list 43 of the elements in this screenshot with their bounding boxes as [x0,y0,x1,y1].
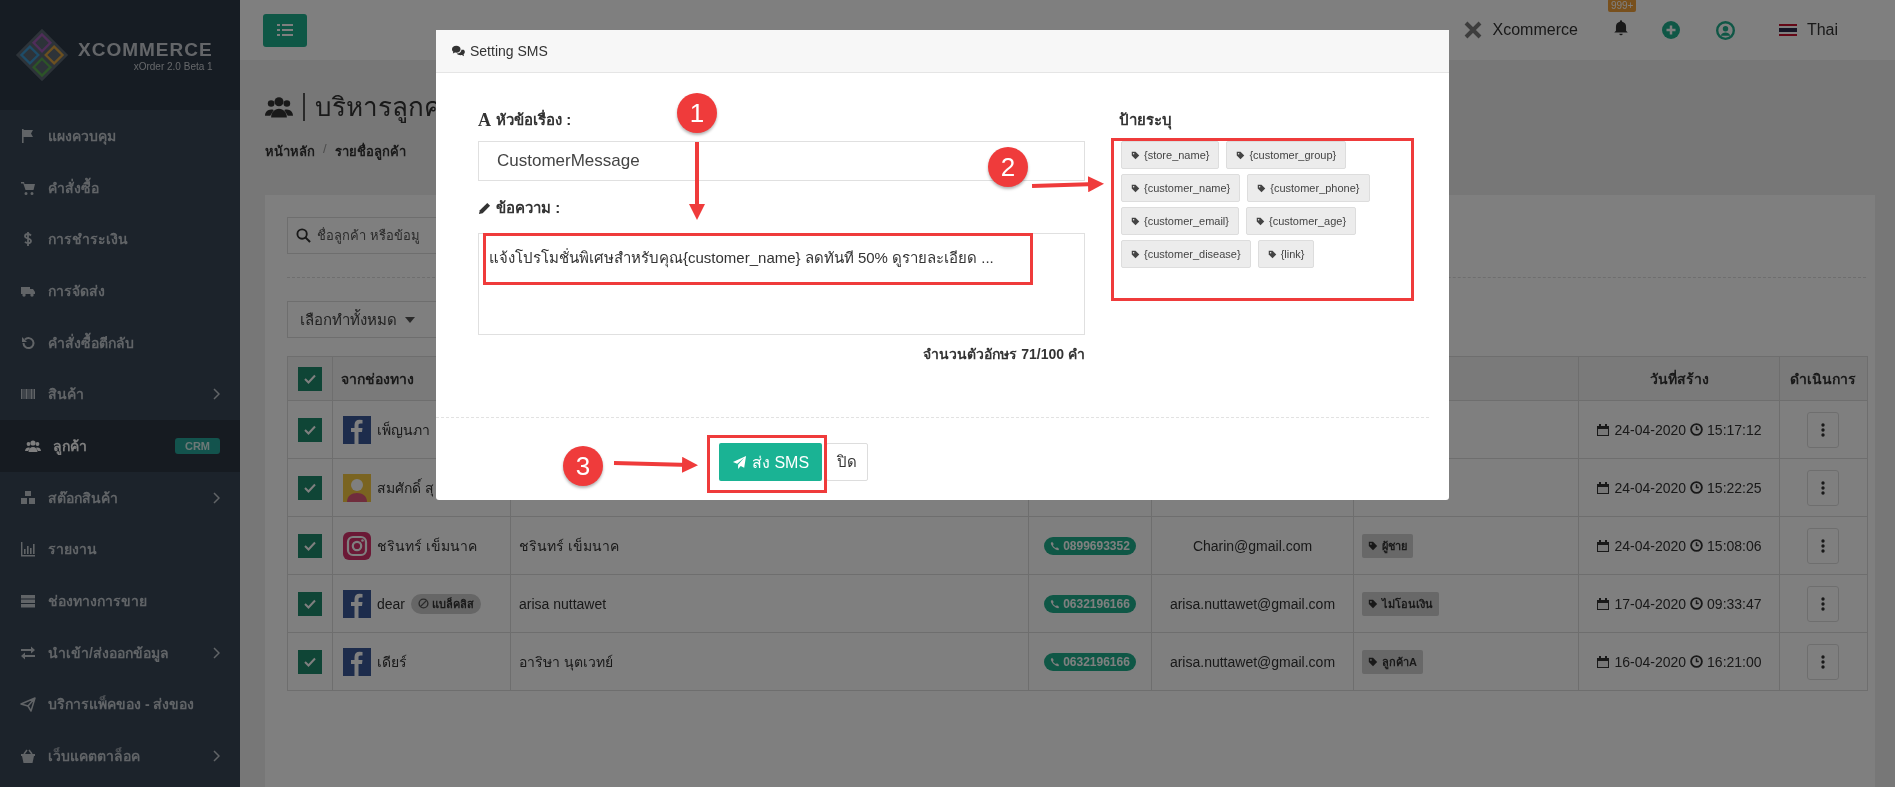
created-date: 24-04-2020 [1614,479,1687,496]
brand-name: XCOMMERCE [78,38,213,61]
full-name: ชรินทร์ เข็มนาค [519,536,619,556]
column-header: จากช่องทาง [341,369,414,389]
customer-name: ชรินทร์ เข็มนาค [377,536,477,556]
notification-badge: 999+ [1607,0,1637,12]
column-header: ดำเนินการ [1789,369,1856,389]
subject-label: หัวข้อเรื่อง : [496,108,572,130]
customer-name: dear [377,595,406,612]
email: arisa.nuttawet@gmail.com [1169,653,1336,670]
customer-tag: ลูกค้าA [1362,649,1423,674]
breadcrumb-separator: / [323,141,327,158]
created-date: 16-04-2020 [1614,653,1687,670]
customer-name: เพ็ญนภา [377,420,430,440]
customer-tag: ผู้ชาย [1362,533,1413,558]
tags-label: ป้ายระบุ [1118,110,1173,132]
customer-tag: ไม่โอนเงิน [1362,591,1439,616]
email: arisa.nuttawet@gmail.com [1169,595,1336,612]
phone-badge: 0899693352 [1044,536,1136,555]
created-time: 15:08:06 [1707,537,1762,554]
phone-badge: 0632196166 [1044,594,1136,613]
created-date: 24-04-2020 [1614,421,1687,438]
created-time: 15:17:12 [1707,421,1762,438]
character-counter: จำนวนตัวอักษร 71/100 คำ [922,345,1085,364]
created-date: 17-04-2020 [1614,595,1687,612]
message-label: ข้อความ : [496,198,561,218]
full-name: อาริษา นุตเวทย์ [519,652,613,673]
version-label: xOrder 2.0 Beta 1 [133,60,213,72]
created-time: 15:22:25 [1707,479,1762,496]
email: Charin@gmail.com [1192,537,1313,554]
font-icon: A [478,109,491,131]
created-time: 09:33:47 [1707,595,1762,612]
created-date: 24-04-2020 [1614,537,1687,554]
crm-badge: CRM [174,437,220,454]
full-name: arisa nuttawet [519,595,607,612]
customer-name: สมศักดิ์ สุ [377,477,434,499]
customer-name: เดียร์ [377,652,407,672]
created-time: 16:21:00 [1707,653,1762,670]
column-header: วันที่สร้าง [1649,368,1709,389]
page-title: บริหารลูกค [315,91,441,125]
dialog-title: Setting SMS [470,43,548,59]
blacklist-badge: แบล็คลิส [411,593,482,614]
phone-badge: 0632196166 [1044,652,1136,671]
